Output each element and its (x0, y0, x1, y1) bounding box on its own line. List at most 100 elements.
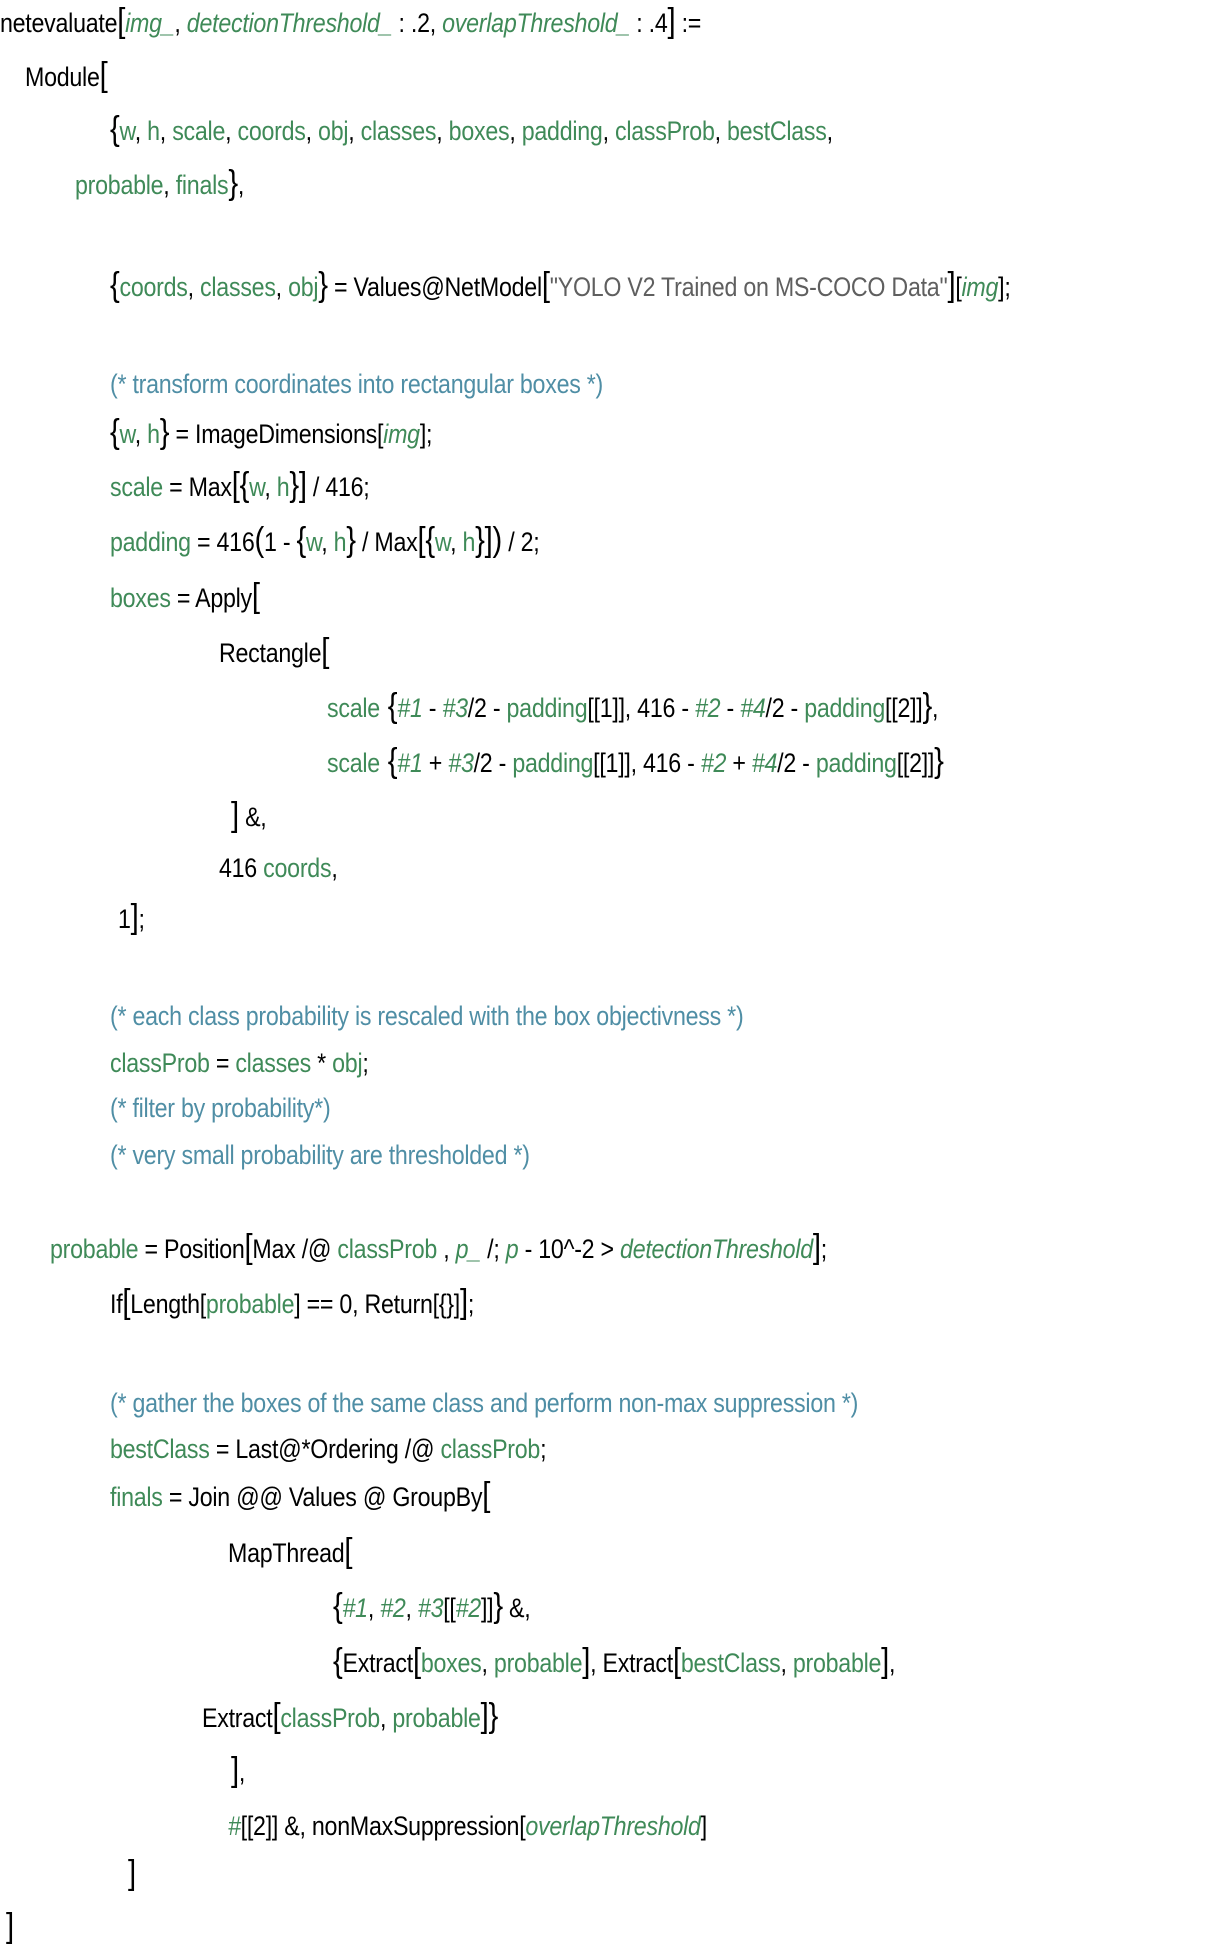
bracket-token: { (296, 521, 307, 559)
keyword-token: * (310, 1048, 333, 1078)
variable-token: #3 (417, 1593, 444, 1623)
variable-token: padding (804, 693, 886, 723)
bracket-token: [ (344, 1532, 353, 1570)
netmodel-line[interactable]: {coords, classes, obj} = Values@NetModel… (110, 268, 1011, 304)
keyword-token: : .2, (392, 8, 443, 38)
variable-token: padding (110, 527, 191, 557)
variable-token: #2 (700, 748, 727, 778)
module-line[interactable]: Module[ (25, 56, 108, 94)
variable-token: obj (288, 272, 319, 302)
variable-token: img_ (125, 8, 175, 38)
mapthread-close-line[interactable]: ], (231, 1753, 245, 1789)
if-return-line[interactable]: If[Length[probable] == 0, Return[{}]]; (110, 1285, 474, 1321)
scale-line[interactable]: scale = Max[{w, h}] / 416; (110, 468, 370, 504)
variable-token: classes (360, 116, 437, 146)
variable-token: scale (110, 472, 163, 502)
variable-token: scale (327, 748, 380, 778)
variable-token: probable (792, 1648, 882, 1678)
variable-token: probable (75, 170, 164, 200)
variable-token: bestClass (726, 116, 827, 146)
variable-token: #3 (448, 748, 474, 778)
keyword-token: , (238, 1757, 246, 1787)
bestclass-line[interactable]: bestClass = Last@*Ordering /@ classProb; (110, 1432, 547, 1466)
bracket-token: [ (412, 1642, 421, 1680)
keyword-token: Length[ (130, 1289, 206, 1319)
bracket-token: [ (272, 1697, 281, 1735)
boxes-apply-line[interactable]: boxes = Apply[ (110, 579, 260, 615)
code-comment: (* gather the boxes of the same class an… (110, 1388, 859, 1418)
keyword-token: , (405, 1593, 418, 1623)
variable-token: #1 (397, 693, 423, 723)
keyword-token: := (675, 8, 702, 38)
keyword-token: 416 (219, 853, 264, 883)
finals-line[interactable]: finals = Join @@ Values @ GroupBy[ (110, 1478, 490, 1514)
comment-line[interactable]: (* gather the boxes of the same class an… (110, 1386, 858, 1420)
keyword-token: - 10^-2 > (518, 1234, 621, 1264)
variable-token: w (119, 116, 135, 146)
classprob-line[interactable]: classProb = classes * obj; (110, 1046, 369, 1080)
rectangle-lower-corner-line[interactable]: scale {#1 - #3/2 - padding[[1]], 416 - #… (327, 689, 938, 725)
rectangle-line[interactable]: Rectangle[ (219, 634, 329, 670)
keyword-token: = Values@NetModel (327, 272, 542, 302)
keyword-token: , (932, 693, 939, 723)
rectangle-upper-corner-line[interactable]: scale {#1 + #3/2 - padding[[1]], 416 - #… (327, 744, 944, 780)
keyword-token: , (264, 472, 277, 502)
variable-token: p_ (455, 1234, 482, 1264)
variable-token: obj (332, 1048, 363, 1078)
keyword-token: , (174, 8, 187, 38)
keyword-token: /2 - (467, 693, 507, 723)
keyword-token: , (134, 116, 148, 146)
variable-token: probable (493, 1648, 583, 1678)
variable-token: padding (506, 693, 588, 723)
code-comment: (* filter by probability*) (110, 1093, 331, 1123)
apply-close-line[interactable]: 1]; (118, 900, 145, 936)
bracket-token: ] (582, 1642, 591, 1680)
bracket-token: ] (231, 796, 239, 834)
keyword-token: ] == 0, Return[{}] (294, 1289, 461, 1319)
variable-token: w (306, 527, 322, 557)
keyword-token: : .4 (630, 8, 668, 38)
image-dimensions-line[interactable]: {w, h} = ImageDimensions[img]; (110, 415, 432, 451)
string-literal: "YOLO V2 Trained on MS-COCO Data" (549, 272, 948, 302)
variable-token: #4 (751, 748, 778, 778)
keyword-token: /; (480, 1234, 506, 1264)
variable-token: coords (119, 272, 188, 302)
variable-token: boxes (448, 116, 510, 146)
keyword-token: [[2]] (896, 748, 935, 778)
keyword-token: , (437, 1234, 456, 1264)
padding-line[interactable]: padding = 416(1 - {w, h} / Max[{w, h}]) … (110, 521, 540, 559)
comment-line[interactable]: (* each class probability is rescaled wi… (110, 999, 744, 1033)
probable-line[interactable]: probable = Position[Max /@ classProb , p… (50, 1230, 827, 1266)
comment-line[interactable]: (* filter by probability*) (110, 1091, 331, 1125)
keyword-token: /2 - (777, 748, 816, 778)
variable-token: img (383, 419, 420, 449)
variable-token: #2 (694, 693, 721, 723)
module-close-line[interactable]: ] (6, 1909, 14, 1945)
rectangle-close-line[interactable]: ] &, (231, 798, 267, 834)
coords-arg-line[interactable]: 416 coords, (219, 851, 338, 885)
variable-token: h (276, 472, 290, 502)
variable-token: classProb (440, 1434, 541, 1464)
bracket-token: [ (482, 1476, 491, 1514)
keyword-token: Max /@ (252, 1234, 338, 1264)
extract-classprob-line[interactable]: Extract[classProb, probable]} (202, 1699, 498, 1735)
extract-line[interactable]: {Extract[boxes, probable], Extract[bestC… (333, 1644, 895, 1680)
comment-line[interactable]: (* transform coordinates into rectangula… (110, 367, 603, 401)
bracket-token: [ (99, 56, 108, 94)
keyword-token: / Max (355, 527, 418, 557)
bracket-token: ] (881, 1642, 890, 1680)
keyword-token: [[1]], 416 - (587, 693, 695, 723)
variable-token: # (228, 1811, 241, 1841)
mapthread-function-line[interactable]: {#1, #2, #3[[#2]]} &, (333, 1589, 531, 1625)
keyword-token: = ImageDimensions[ (169, 419, 384, 449)
groupby-close-line[interactable]: ] (128, 1856, 136, 1892)
locals-line[interactable]: {w, h, scale, coords, obj, classes, boxe… (110, 112, 833, 148)
function-definition-line[interactable]: netevaluate[img_, detectionThreshold_ : … (0, 4, 701, 40)
comment-line[interactable]: (* very small probability are thresholde… (110, 1138, 530, 1172)
locals-continuation-line[interactable]: probable, finals}, (75, 166, 244, 202)
code-comment: (* very small probability are thresholde… (110, 1140, 530, 1170)
variable-token: #2 (380, 1593, 406, 1623)
groupby-args-line[interactable]: #[[2]] &, nonMaxSuppression[overlapThres… (228, 1809, 707, 1843)
mapthread-line[interactable]: MapThread[ (228, 1532, 353, 1570)
keyword-token: Rectangle (219, 638, 322, 668)
